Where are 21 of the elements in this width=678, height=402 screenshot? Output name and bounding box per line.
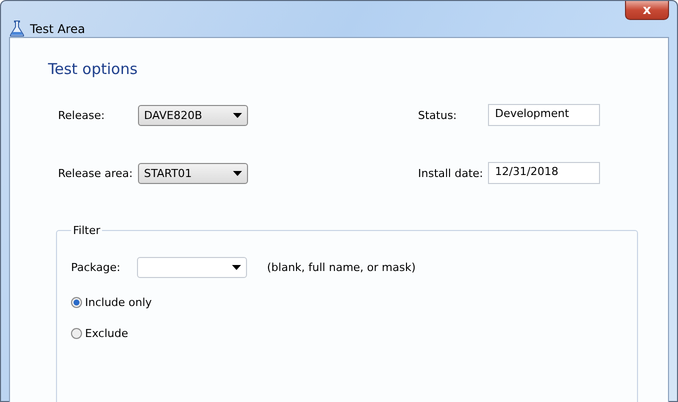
radio-option[interactable]: Include only xyxy=(71,296,623,309)
field-label: Install date: xyxy=(418,166,484,180)
hint-text: (blank, full name, or mask) xyxy=(267,261,416,274)
dropdown[interactable]: DAVE820B xyxy=(138,104,248,126)
window-title: Test Area xyxy=(30,22,86,36)
text-field[interactable]: 12/31/2018 xyxy=(488,162,600,184)
close-button[interactable]: x xyxy=(625,1,669,20)
caret-icon xyxy=(233,170,242,176)
dropdown[interactable]: START01 xyxy=(138,162,248,184)
caret-icon xyxy=(232,265,241,270)
field-label: Release: xyxy=(58,108,106,122)
flask-icon xyxy=(9,20,25,37)
caret-icon xyxy=(233,112,242,118)
group-title: Filter xyxy=(72,224,102,237)
field-label: Package: xyxy=(71,261,122,274)
field-label: Release area: xyxy=(58,166,134,180)
section-heading: Test options xyxy=(48,60,139,78)
dropdown[interactable] xyxy=(137,257,247,278)
radio-option[interactable]: Exclude xyxy=(71,327,623,340)
text-field[interactable]: Development xyxy=(488,104,600,126)
field-label: Status: xyxy=(418,108,458,122)
